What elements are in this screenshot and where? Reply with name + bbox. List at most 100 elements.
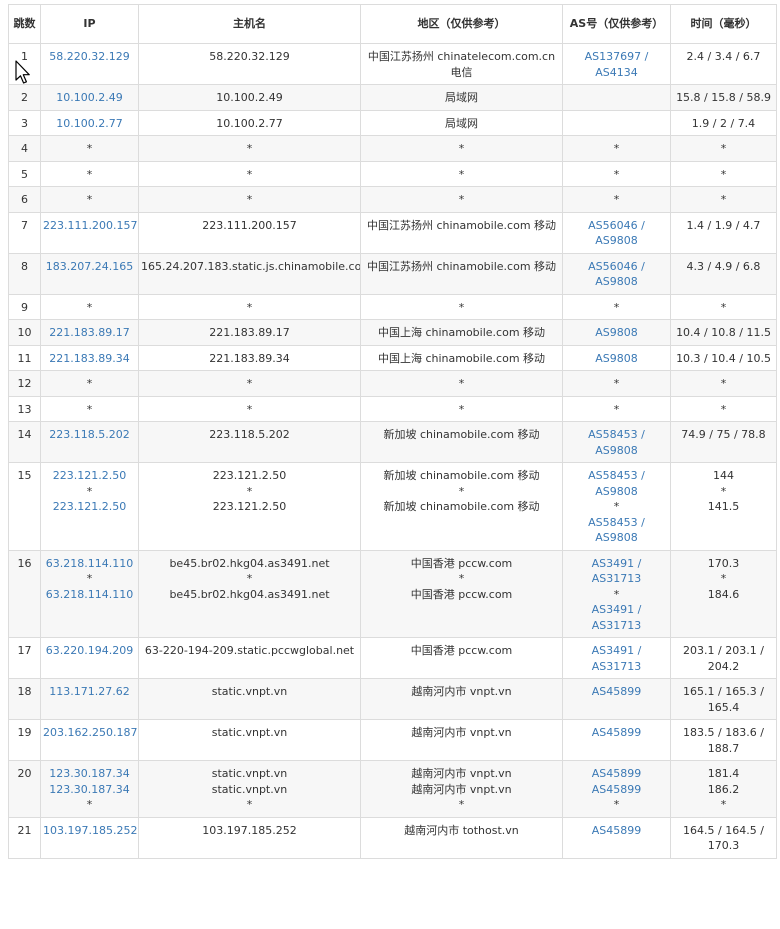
as-link[interactable]: AS4134	[565, 65, 668, 81]
host-text: be45.br02.hkg04.as3491.net	[169, 556, 330, 570]
ip-link[interactable]: 103.197.185.252	[43, 823, 137, 839]
time-text: 170.3	[707, 556, 740, 570]
as-link: *	[613, 587, 620, 601]
cell-host: be45.br02.hkg04.as3491.net * be45.br02.hkg…	[138, 549, 361, 638]
cell-host: 221.183.89.17	[138, 319, 361, 346]
cell-region: 局域网	[360, 84, 563, 111]
host-text: static.vnpt.vn	[211, 767, 288, 780]
cell-host: 103.197.185.252	[138, 816, 361, 859]
ip-link[interactable]: 221.183.89.34	[43, 351, 136, 367]
cell-ip: 113.171.27.62	[40, 678, 139, 720]
as-link[interactable]: AS9808	[565, 274, 668, 290]
cell-time: *	[670, 135, 777, 162]
cell-time: 170.3 * 184.6	[670, 549, 777, 638]
as-link[interactable]: AS58453 /	[565, 427, 668, 443]
region-text: *	[458, 193, 465, 206]
as-link[interactable]: AS56046 /	[565, 259, 668, 275]
cell-as	[562, 84, 671, 111]
time-text: 141.5	[707, 500, 740, 513]
as-link: *	[613, 377, 620, 390]
cell-host: 63-220-194-209.static.pccwglobal.net	[138, 637, 361, 679]
as-link: *	[613, 798, 620, 811]
cell-time: 10.3 / 10.4 / 10.5	[670, 344, 777, 371]
table-row: 19 203.162.250.187 static.vnpt.vn 越南河内市 vnp…	[8, 719, 777, 761]
as-link[interactable]: AS45899	[565, 766, 668, 782]
ip-link[interactable]: 223.121.2.50	[43, 499, 136, 515]
as-link[interactable]: AS58453 /	[565, 515, 668, 531]
as-link[interactable]: AS31713	[565, 659, 668, 675]
ip-link[interactable]: 113.171.27.62	[43, 684, 136, 700]
cell-hop: 16	[8, 549, 41, 638]
ip-link[interactable]: 63.218.114.110	[43, 587, 136, 603]
ip-link[interactable]: 221.183.89.17	[43, 325, 136, 341]
as-link[interactable]: AS3491 /	[565, 556, 668, 572]
ip-link[interactable]: 123.30.187.34	[43, 766, 136, 782]
ip-link[interactable]: 10.100.2.49	[43, 90, 136, 106]
ip-link: *	[86, 300, 93, 314]
ip-link[interactable]: 203.162.250.187	[43, 725, 137, 741]
cell-host: 10.100.2.49	[138, 84, 361, 111]
as-link[interactable]: AS9808	[565, 443, 668, 459]
cell-region: 中国江苏扬州 chinamobile.com 移动	[360, 252, 563, 295]
host-text: be45.br02.hkg04.as3491.net	[169, 587, 330, 601]
ip-link[interactable]: 58.220.32.129	[43, 49, 136, 65]
as-link[interactable]: AS31713	[565, 618, 668, 634]
host-text: *	[246, 484, 253, 498]
cell-time: 74.9 / 75 / 78.8	[670, 421, 777, 463]
ip-link[interactable]: 183.207.24.165	[43, 259, 136, 275]
cell-hop: 12	[8, 370, 41, 397]
region-text: *	[458, 798, 465, 811]
as-link[interactable]: AS137697 /	[565, 49, 668, 65]
as-link[interactable]: AS31713	[565, 571, 668, 587]
as-link[interactable]: AS9808	[565, 351, 668, 367]
cell-hop: 17	[8, 637, 41, 679]
cell-time: 183.5 / 183.6 / 188.7	[670, 719, 777, 761]
cell-hop: 11	[8, 344, 41, 371]
table-header-row: 跳数 IP 主机名 地区（仅供参考） AS号（仅供参考） 时间（毫秒）	[8, 4, 777, 44]
cell-ip: *	[40, 186, 139, 213]
region-text: *	[458, 402, 465, 416]
region-text: 新加坡 chinamobile.com 移动	[383, 469, 540, 482]
time-text: *	[720, 572, 727, 585]
as-link[interactable]: AS3491 /	[565, 602, 668, 618]
as-link[interactable]: AS45899	[565, 725, 668, 741]
cell-as: AS45899	[562, 678, 671, 720]
ip-link[interactable]: 223.118.5.202	[43, 427, 136, 443]
ip-link[interactable]: 63.218.114.110	[43, 556, 136, 572]
as-link[interactable]: AS9808	[565, 325, 668, 341]
cell-as: AS58453 /AS9808	[562, 421, 671, 463]
region-text: *	[458, 167, 465, 181]
table-row: 17 63.220.194.209 63-220-194-209.static.pc…	[8, 637, 777, 679]
cell-ip: 221.183.89.34	[40, 344, 139, 371]
ip-link[interactable]: 10.100.2.77	[43, 116, 136, 132]
cell-host: *	[138, 160, 361, 187]
as-link[interactable]: AS3491 /	[565, 643, 668, 659]
ip-link: *	[86, 484, 93, 498]
as-link[interactable]: AS56046 /	[565, 218, 668, 234]
cell-host: static.vnpt.vn	[138, 719, 361, 761]
cell-as: AS45899	[562, 719, 671, 761]
as-link[interactable]: AS45899	[565, 823, 668, 839]
as-link[interactable]: AS45899	[565, 684, 668, 700]
host-text: *	[246, 167, 253, 181]
cell-as: AS45899 AS45899 *	[562, 760, 671, 818]
cell-region: 越南河内市 tothost.vn	[360, 816, 563, 859]
host-text: *	[246, 402, 253, 416]
ip-link[interactable]: 123.30.187.34	[43, 782, 136, 798]
ip-link[interactable]: 223.121.2.50	[43, 468, 136, 484]
as-link[interactable]: AS9808	[565, 530, 668, 546]
cell-region: 中国香港 pccw.com * 中国香港 pccw.com	[360, 549, 563, 638]
table-row: 12 * * * * *	[8, 370, 777, 397]
cell-ip: 63.220.194.209	[40, 637, 139, 679]
time-text: 186.2	[707, 782, 740, 796]
as-link[interactable]: AS9808	[565, 233, 668, 249]
as-link[interactable]: AS45899	[565, 782, 668, 798]
host-text: 63-220-194-209.static.pccwglobal.net	[144, 644, 355, 657]
as-link[interactable]: AS9808	[565, 484, 668, 500]
region-text: 局域网	[445, 116, 478, 130]
host-text: 165.24.207.183.static.js.chinamobile.com	[141, 259, 361, 273]
ip-link[interactable]: 223.111.200.157	[43, 218, 137, 234]
ip-link[interactable]: 63.220.194.209	[43, 643, 136, 659]
as-link[interactable]: AS58453 /	[565, 468, 668, 484]
cell-hop: 20	[8, 760, 41, 818]
